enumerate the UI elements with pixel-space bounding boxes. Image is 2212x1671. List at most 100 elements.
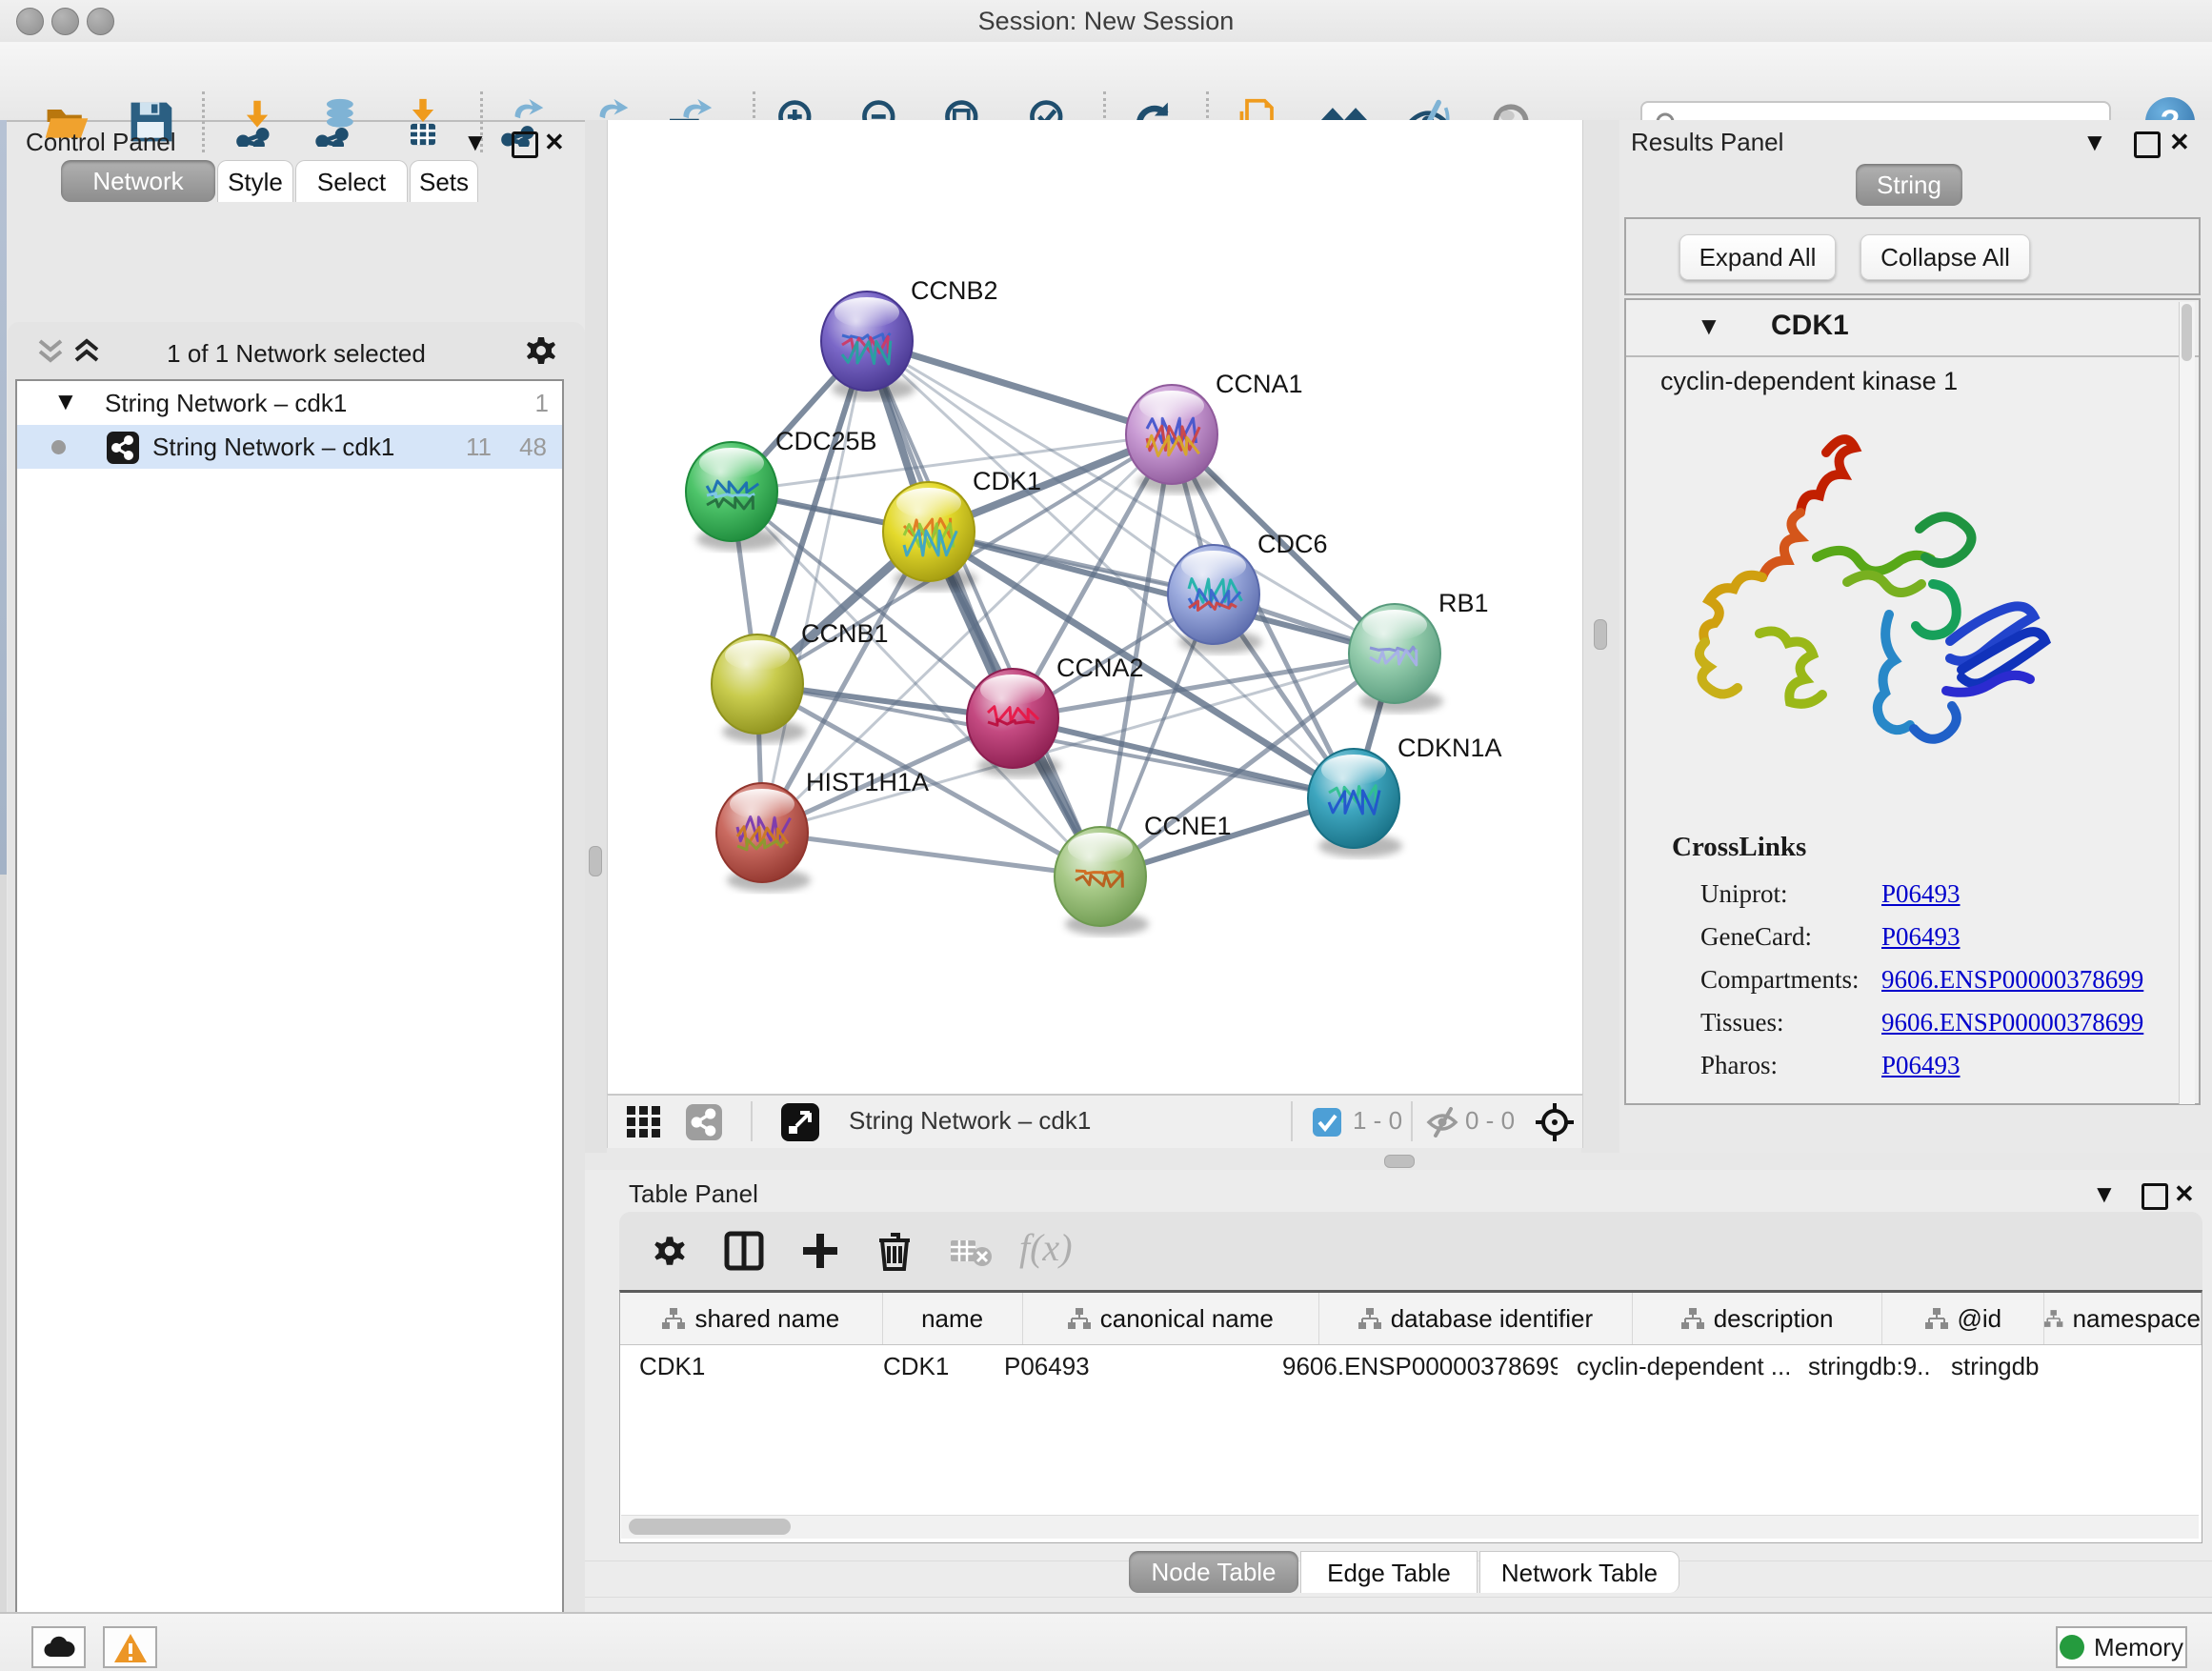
network-edge[interactable] xyxy=(762,833,1100,876)
panel-divider[interactable] xyxy=(585,120,607,1153)
network-node-CCNA1[interactable] xyxy=(1126,385,1220,493)
network-node-CDK1[interactable] xyxy=(883,482,977,591)
scrollbar-thumb[interactable] xyxy=(629,1519,791,1535)
grid-view-icon[interactable] xyxy=(627,1106,661,1138)
divider-handle[interactable] xyxy=(1384,1155,1415,1168)
column-hierarchy-icon xyxy=(1068,1308,1091,1329)
node-label-CDC25B: CDC25B xyxy=(775,427,877,455)
result-entry-header[interactable]: ▼ CDK1 xyxy=(1626,300,2199,357)
crosslink-link[interactable]: P06493 xyxy=(1881,1051,1961,1080)
node-label-HIST1H1A: HIST1H1A xyxy=(806,768,929,796)
column-header-database-identifier[interactable]: database identifier xyxy=(1319,1293,1633,1344)
network-node-CDC25B[interactable] xyxy=(686,442,780,551)
fit-content-crosshair-icon[interactable] xyxy=(1534,1101,1576,1143)
table-horizontal-scrollbar[interactable] xyxy=(621,1515,2199,1539)
collapse-entry-icon[interactable]: ▼ xyxy=(1697,312,1721,341)
column-header-@id[interactable]: @id xyxy=(1882,1293,2044,1344)
table-options-gear-icon[interactable] xyxy=(650,1231,690,1271)
column-header-namespace[interactable]: namespace xyxy=(2044,1293,2202,1344)
crosslink-row: GeneCard:P06493 xyxy=(1700,922,2177,952)
results-scrollbar[interactable] xyxy=(2179,302,2195,1104)
delete-column-icon[interactable] xyxy=(875,1231,915,1271)
control-panel-close-icon[interactable]: ✕ xyxy=(544,128,565,156)
current-network-name: String Network – cdk1 xyxy=(849,1106,1091,1136)
hidden-eye-icon xyxy=(1425,1107,1459,1137)
column-hierarchy-icon xyxy=(662,1308,685,1329)
result-entry-description: cyclin-dependent kinase 1 xyxy=(1660,367,1958,396)
column-header-label: @id xyxy=(1958,1304,2002,1334)
crosslink-link[interactable]: 9606.ENSP00000378699 xyxy=(1881,965,2143,995)
status-bar: Memory xyxy=(0,1612,2212,1671)
table-cell[interactable]: cyclin-dependent ... xyxy=(1558,1344,1789,1388)
column-header-label: name xyxy=(921,1304,983,1334)
crosslink-row: Uniprot:P06493 xyxy=(1700,879,2177,909)
table-panel-collapse-icon[interactable]: ▼ xyxy=(2092,1179,2117,1208)
node-label-CCNE1: CCNE1 xyxy=(1144,812,1232,840)
table-panel-float-icon[interactable] xyxy=(2142,1183,2168,1210)
results-panel-collapse-icon[interactable]: ▼ xyxy=(2082,128,2107,156)
network-node-CDKN1A[interactable] xyxy=(1308,749,1402,857)
memory-button[interactable]: Memory xyxy=(2056,1626,2187,1668)
control-panel-float-icon[interactable] xyxy=(512,131,538,158)
tab-network-table[interactable]: Network Table xyxy=(1479,1551,1679,1593)
cloud-status-button[interactable] xyxy=(31,1626,86,1668)
column-header-shared-name[interactable]: shared name xyxy=(620,1293,883,1344)
table-cell[interactable]: stringdb xyxy=(1932,1344,2070,1388)
birds-eye-view-icon[interactable] xyxy=(781,1103,819,1141)
tab-sets[interactable]: Sets xyxy=(410,160,478,202)
tab-style[interactable]: Style xyxy=(217,160,293,202)
network-collection-count: 1 xyxy=(535,381,549,425)
table-cell[interactable]: P06493 xyxy=(985,1344,1263,1388)
network-node-CCNA2[interactable] xyxy=(967,669,1061,777)
table-cell[interactable]: CDK1 xyxy=(620,1344,864,1388)
results-scrollbar-thumb[interactable] xyxy=(2182,304,2192,361)
network-edge-count: 48 xyxy=(519,425,547,469)
results-panel-close-icon[interactable]: ✕ xyxy=(2169,128,2190,156)
divider-handle[interactable] xyxy=(1594,619,1607,650)
collapse-all-button[interactable]: Collapse All xyxy=(1860,234,2030,280)
column-header-canonical-name[interactable]: canonical name xyxy=(1023,1293,1320,1344)
results-panel-float-icon[interactable] xyxy=(2134,131,2161,158)
table-panel-close-icon[interactable]: ✕ xyxy=(2174,1179,2195,1208)
network-node-CCNB2[interactable] xyxy=(821,292,915,400)
toolbar-separator xyxy=(1411,1101,1413,1141)
add-column-icon[interactable] xyxy=(800,1231,840,1271)
show-columns-icon[interactable] xyxy=(724,1231,764,1271)
network-node-CCNE1[interactable] xyxy=(1055,827,1149,936)
selected-node-edge-counts: 1 - 0 xyxy=(1353,1106,1402,1136)
network-graph[interactable]: CCNB2CCNA1CDC25BCDK1CDC6RB1CCNB1CCNA2CDK… xyxy=(608,120,1582,1094)
node-table-header: shared name name canonical namedatabase id… xyxy=(620,1293,2202,1345)
selected-checkbox-icon[interactable] xyxy=(1313,1108,1341,1137)
node-table: shared name name canonical namedatabase id… xyxy=(619,1290,2202,1543)
tab-string[interactable]: String xyxy=(1856,164,1962,206)
column-header-name[interactable]: name xyxy=(883,1293,1023,1344)
crosslink-link[interactable]: 9606.ENSP00000378699 xyxy=(1881,1008,2143,1037)
crosslink-link[interactable]: P06493 xyxy=(1881,879,1961,909)
tab-network[interactable]: Network xyxy=(61,160,215,202)
crosslink-link[interactable]: P06493 xyxy=(1881,922,1961,952)
tab-edge-table[interactable]: Edge Table xyxy=(1300,1551,1478,1593)
expand-all-button[interactable]: Expand All xyxy=(1679,234,1836,280)
control-panel-collapse-icon[interactable]: ▼ xyxy=(463,128,488,156)
table-cell[interactable]: CDK1 xyxy=(864,1344,985,1388)
warning-status-button[interactable] xyxy=(103,1626,157,1668)
column-header-description[interactable]: description xyxy=(1633,1293,1883,1344)
table-cell[interactable]: stringdb:9... xyxy=(1789,1344,1932,1388)
table-row[interactable]: CDK1CDK1P064939606.ENSP00000378699cyclin… xyxy=(620,1344,2202,1388)
cloud-icon xyxy=(43,1636,75,1659)
share-view-icon[interactable] xyxy=(686,1104,722,1140)
network-share-icon xyxy=(107,432,139,464)
network-collection-row[interactable]: ▼ String Network – cdk1 1 xyxy=(17,381,562,425)
network-canvas[interactable]: CCNB2CCNA1CDC25BCDK1CDC6RB1CCNB1CCNA2CDK… xyxy=(607,120,1583,1094)
network-node-RB1[interactable] xyxy=(1349,604,1443,713)
network-node-HIST1H1A[interactable] xyxy=(716,783,811,892)
network-row-selected[interactable]: String Network – cdk1 11 48 xyxy=(17,425,562,469)
crosslink-row: Pharos:P06493 xyxy=(1700,1051,2177,1080)
network-node-CCNB1[interactable] xyxy=(712,634,806,743)
divider-handle[interactable] xyxy=(589,846,602,876)
tab-select[interactable]: Select xyxy=(295,160,408,202)
table-cell[interactable]: 9606.ENSP00000378699 xyxy=(1263,1344,1558,1388)
tab-node-table[interactable]: Node Table xyxy=(1129,1551,1298,1593)
network-options-gear-icon[interactable] xyxy=(522,332,560,370)
network-edge[interactable] xyxy=(1013,718,1354,798)
